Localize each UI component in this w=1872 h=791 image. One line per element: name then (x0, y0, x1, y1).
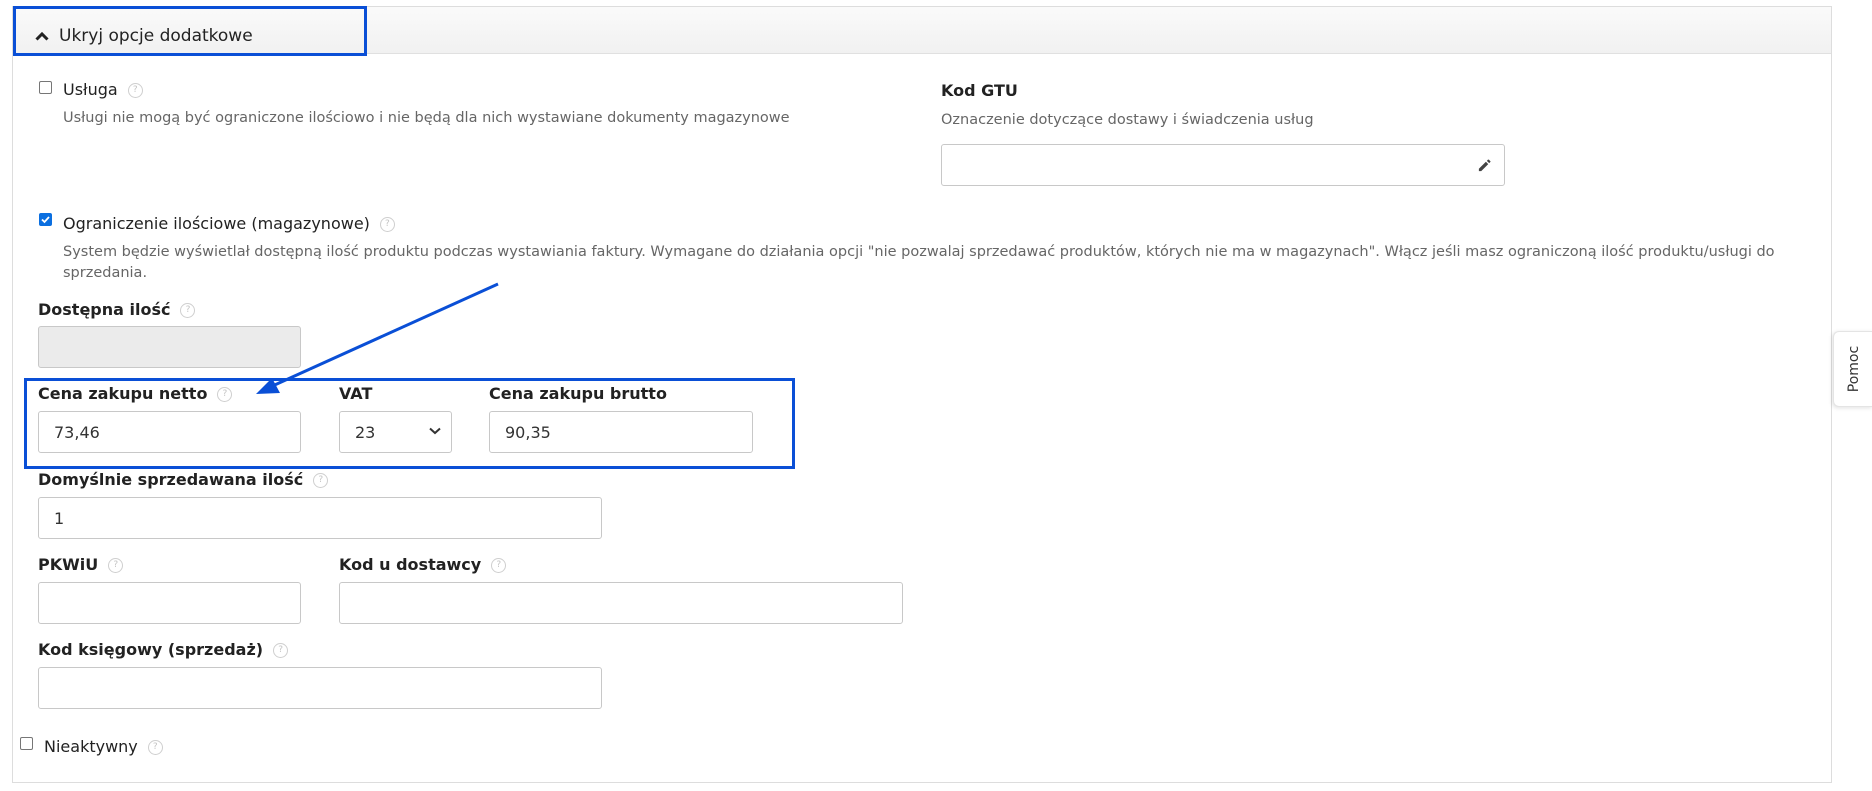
nieaktywny-label: Nieaktywny? (44, 737, 163, 756)
help-icon[interactable]: ? (491, 558, 507, 573)
cena-netto-input[interactable]: 73,46 (38, 411, 301, 453)
cena-netto-label: Cena zakupu netto? (38, 384, 233, 403)
vat-label: VAT (339, 384, 373, 403)
pkwiu-label: PKWiU? (38, 555, 124, 574)
help-side-tab-label: Pomoc (1845, 345, 1862, 393)
domyslnie-label: Domyślnie sprzedawana ilość? (38, 470, 329, 489)
kod-ksiegowy-label: Kod księgowy (sprzedaż)? (38, 640, 289, 659)
help-icon[interactable]: ? (147, 740, 163, 755)
cena-brutto-input[interactable]: 90,35 (489, 411, 753, 453)
help-icon[interactable]: ? (273, 643, 289, 658)
help-icon[interactable]: ? (217, 387, 233, 402)
help-icon[interactable]: ? (313, 473, 329, 488)
nieaktywny-checkbox[interactable] (20, 737, 33, 750)
domyslnie-input[interactable]: 1 (38, 497, 602, 539)
pkwiu-input[interactable] (38, 582, 301, 624)
kod-dostawcy-label: Kod u dostawcy? (339, 555, 507, 574)
help-side-tab[interactable]: Pomoc (1833, 331, 1872, 407)
cena-brutto-label: Cena zakupu brutto (489, 384, 667, 403)
kod-dostawcy-input[interactable] (339, 582, 903, 624)
vat-select[interactable]: 23 (339, 411, 452, 453)
help-icon[interactable]: ? (108, 558, 124, 573)
chevron-down-icon (429, 427, 441, 435)
kod-ksiegowy-input[interactable] (38, 667, 602, 709)
